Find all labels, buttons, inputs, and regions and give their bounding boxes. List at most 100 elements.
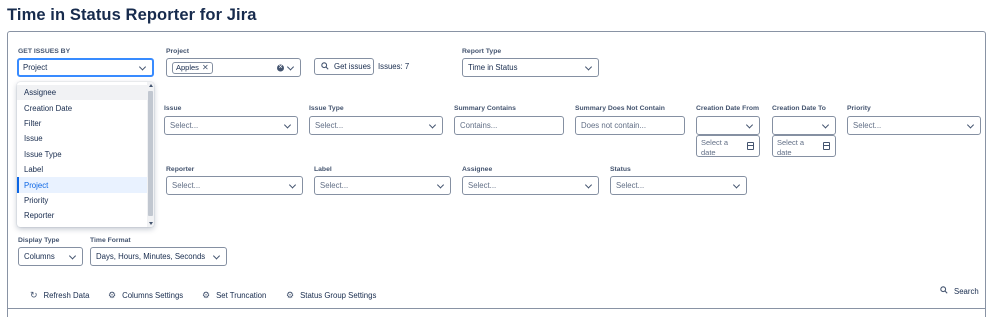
- report-type-value: Time in Status: [468, 63, 518, 72]
- assignee-label: Assignee: [462, 166, 493, 173]
- set-truncation-button[interactable]: ⚙ Set Truncation: [202, 290, 266, 301]
- creation-date-to-select[interactable]: [772, 116, 836, 135]
- chevron-down-icon: [584, 180, 593, 189]
- issue-type-label: Issue Type: [309, 105, 344, 112]
- search-icon: [321, 61, 329, 72]
- priority-label: Priority: [847, 105, 871, 112]
- time-format-select[interactable]: Days, Hours, Minutes, Seconds: [90, 247, 227, 266]
- calendar-icon: [747, 142, 754, 150]
- issues-count: Issues: 7: [378, 62, 410, 71]
- summary-contains-placeholder: Contains...: [460, 121, 498, 130]
- chevron-down-icon: [138, 62, 147, 71]
- dropdown-option[interactable]: Assignee: [17, 85, 147, 101]
- get-issues-by-select[interactable]: Project: [17, 58, 154, 77]
- label-select[interactable]: Select...: [314, 176, 451, 195]
- reporter-placeholder: Select...: [172, 181, 201, 190]
- scroll-up-icon[interactable]: [148, 84, 153, 87]
- search-label: Search: [954, 286, 979, 296]
- dropdown-option[interactable]: Issue: [17, 131, 147, 146]
- status-select[interactable]: Select...: [610, 176, 747, 195]
- scroll-down-icon[interactable]: [148, 222, 153, 225]
- dropdown-option[interactable]: Filter: [17, 116, 147, 131]
- get-issues-by-label: GET ISSUES BY: [18, 48, 71, 55]
- gear-icon: ⚙: [202, 290, 211, 300]
- time-format-label: Time Format: [90, 237, 131, 244]
- app-title: Time in Status Reporter for Jira: [7, 6, 257, 24]
- divider: [7, 308, 986, 309]
- dropdown-option[interactable]: Issue Type: [17, 147, 147, 162]
- priority-placeholder: Select...: [853, 121, 882, 130]
- scrollbar[interactable]: [147, 82, 154, 227]
- status-placeholder: Select...: [616, 181, 645, 190]
- display-type-label: Display Type: [18, 237, 60, 244]
- chevron-down-icon: [428, 120, 437, 129]
- time-format-value: Days, Hours, Minutes, Seconds: [96, 252, 206, 261]
- refresh-icon: ↻: [30, 290, 38, 300]
- calendar-icon: [823, 142, 830, 150]
- get-issues-button[interactable]: Get issues: [314, 58, 374, 75]
- set-truncation-label: Set Truncation: [216, 291, 267, 300]
- issue-type-select[interactable]: Select...: [309, 116, 443, 135]
- project-label: Project: [166, 48, 190, 55]
- assignee-select[interactable]: Select...: [462, 176, 599, 195]
- assignee-placeholder: Select...: [468, 181, 497, 190]
- label-placeholder: Select...: [320, 181, 349, 190]
- creation-date-from-picker[interactable]: Select a date: [696, 135, 760, 157]
- chevron-down-icon: [436, 180, 445, 189]
- get-issues-by-menu: Assignee Creation Date Filter Issue Issue Ty…: [17, 82, 154, 227]
- label-label: Label: [314, 166, 332, 173]
- chevron-down-icon: [745, 120, 754, 129]
- chevron-down-icon: [283, 120, 292, 129]
- chevron-down-icon: [584, 62, 593, 71]
- chevron-down-icon: [286, 62, 295, 71]
- report-type-select[interactable]: Time in Status: [462, 58, 599, 77]
- columns-settings-label: Columns Settings: [122, 291, 184, 300]
- creation-date-from-label: Creation Date From: [696, 105, 760, 112]
- chevron-down-icon: [212, 251, 221, 260]
- dropdown-option[interactable]: Creation Date: [17, 100, 147, 115]
- search-icon: [940, 286, 948, 296]
- dropdown-option[interactable]: Reporter: [17, 208, 147, 223]
- display-type-select[interactable]: Columns: [18, 247, 83, 266]
- status-label: Status: [610, 166, 631, 173]
- clear-icon[interactable]: ✕: [277, 64, 284, 71]
- chevron-down-icon: [288, 180, 297, 189]
- columns-settings-button[interactable]: ⚙ Columns Settings: [108, 290, 183, 301]
- refresh-data-button[interactable]: ↻ Refresh Data: [30, 290, 89, 301]
- summary-not-contain-input[interactable]: Does not contain...: [575, 116, 685, 135]
- dropdown-option[interactable]: Project: [17, 177, 147, 193]
- issue-placeholder: Select...: [170, 121, 199, 130]
- summary-not-contain-label: Summary Does Not Contain: [575, 105, 665, 112]
- get-issues-label: Get issues: [334, 62, 371, 71]
- creation-date-to-label: Creation Date To: [772, 105, 826, 112]
- reporter-select[interactable]: Select...: [166, 176, 303, 195]
- creation-date-from-select[interactable]: [696, 116, 760, 135]
- gear-icon: ⚙: [108, 290, 117, 300]
- project-tag: Apples ✕: [172, 61, 213, 74]
- display-type-value: Columns: [24, 252, 55, 261]
- status-group-settings-button[interactable]: ⚙ Status Group Settings: [286, 290, 376, 301]
- gear-icon: ⚙: [286, 290, 295, 300]
- priority-select[interactable]: Select...: [847, 116, 981, 135]
- chevron-down-icon: [68, 251, 77, 260]
- creation-date-to-picker[interactable]: Select a date: [772, 135, 836, 157]
- chevron-down-icon: [821, 120, 830, 129]
- status-group-settings-label: Status Group Settings: [300, 291, 377, 300]
- dropdown-option[interactable]: Label: [17, 162, 147, 177]
- project-tag-label: Apples: [176, 63, 199, 72]
- remove-tag-icon[interactable]: ✕: [202, 63, 209, 72]
- summary-contains-input[interactable]: Contains...: [454, 116, 564, 135]
- reporter-label: Reporter: [166, 166, 195, 173]
- search-button[interactable]: Search: [940, 286, 979, 296]
- get-issues-by-value: Project: [23, 63, 48, 72]
- summary-not-contain-placeholder: Does not contain...: [581, 121, 647, 130]
- refresh-data-label: Refresh Data: [43, 291, 90, 300]
- project-select[interactable]: Apples ✕ ✕: [166, 58, 301, 77]
- issue-select[interactable]: Select...: [164, 116, 298, 135]
- dropdown-option[interactable]: Priority: [17, 193, 147, 208]
- issue-type-placeholder: Select...: [315, 121, 344, 130]
- chevron-down-icon: [732, 180, 741, 189]
- issue-label: Issue: [164, 105, 182, 112]
- chevron-down-icon: [966, 120, 975, 129]
- scrollbar-thumb[interactable]: [148, 91, 153, 216]
